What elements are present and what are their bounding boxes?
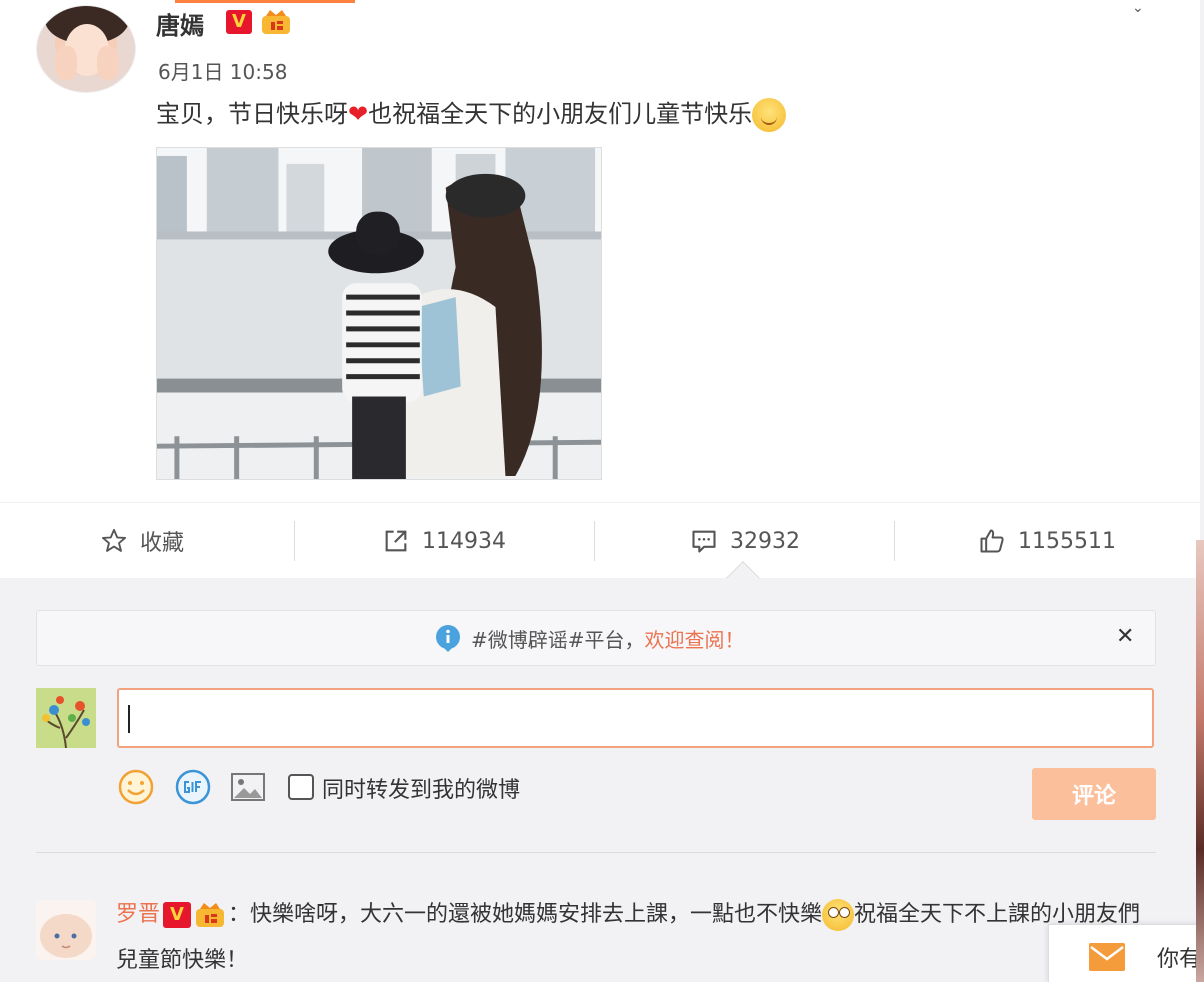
weibo-post-card: 唐嫣 V ⌄ 6月1日 10:58 宝贝，节日快乐呀❤也祝福全天下的小朋友们儿童… — [0, 0, 1200, 578]
post-text-part1: 宝贝，节日快乐呀 — [156, 100, 348, 128]
post-action-bar: 收藏 114934 32932 1155511 — [0, 502, 1200, 578]
gif-icon[interactable] — [174, 768, 212, 806]
active-tab-indicator — [175, 0, 355, 3]
avatar-hand-left — [55, 46, 77, 80]
smile-emoji-icon — [752, 98, 787, 132]
emoji-icon[interactable] — [117, 768, 155, 806]
club-badge-icon[interactable] — [194, 901, 226, 929]
user-avatar[interactable] — [36, 5, 136, 93]
comment-divider — [36, 852, 1156, 853]
post-username[interactable]: 唐嫣 — [156, 6, 204, 41]
repost-count: 114934 — [422, 528, 506, 554]
comment-count: 32932 — [730, 528, 800, 554]
comment-icon — [692, 530, 716, 553]
comment-user-avatar[interactable] — [36, 900, 96, 960]
favorite-label: 收藏 — [140, 531, 185, 556]
post-timestamp[interactable]: 6月1日 10:58 — [158, 56, 287, 85]
heart-emoji-icon: ❤ — [348, 100, 369, 128]
also-repost-label[interactable]: 同时转发到我的微博 — [322, 772, 520, 804]
notice-content: #微博辟谣#平台， 欢迎查阅！ — [433, 623, 745, 653]
like-button[interactable]: 1155511 — [978, 503, 1116, 579]
star-icon — [101, 528, 127, 552]
info-icon — [436, 625, 460, 652]
text-cursor — [128, 705, 130, 733]
action-separator — [594, 521, 595, 561]
repost-button[interactable]: 114934 — [382, 503, 506, 579]
comment-input[interactable] — [117, 688, 1154, 748]
verified-badge-icon[interactable]: V — [163, 902, 192, 928]
notice-text: #微博辟谣#平台， — [471, 627, 645, 652]
post-photo[interactable] — [156, 147, 602, 480]
my-avatar[interactable] — [36, 688, 96, 748]
like-count: 1155511 — [1018, 528, 1116, 554]
action-separator — [294, 521, 295, 561]
comment-body: 罗晋 V ：快樂啥呀，大六一的還被她媽媽安排去上課，一點也不快樂 祝福全天下不上課的… — [116, 892, 1146, 982]
action-separator — [894, 521, 895, 561]
post-text-part2: 也祝福全天下的小朋友们儿童节快乐 — [368, 100, 753, 128]
verified-badge-icon[interactable]: V — [226, 10, 252, 34]
background-photo-edge — [1196, 540, 1204, 982]
post-text: 宝贝，节日快乐呀❤也祝福全天下的小朋友们儿童节快乐 — [156, 94, 787, 134]
comment-text-part1: ：快樂啥呀，大六一的還被她媽媽安排去上課，一點也不快樂 — [228, 902, 823, 927]
message-popup[interactable]: 你有 — [1048, 924, 1204, 982]
mail-icon — [1089, 943, 1125, 971]
notice-link[interactable]: 欢迎查阅！ — [645, 624, 745, 653]
comment-username[interactable]: 罗晋 — [116, 902, 160, 927]
submit-comment-button[interactable]: 评论 — [1032, 768, 1156, 820]
popup-text: 你有 — [1157, 947, 1202, 972]
close-icon[interactable]: ✕ — [1116, 624, 1134, 649]
also-repost-checkbox[interactable] — [288, 774, 314, 800]
club-badge-icon[interactable] — [260, 8, 292, 36]
chevron-down-icon[interactable]: ⌄ — [1132, 0, 1144, 16]
share-icon — [385, 530, 407, 552]
thumbs-up-icon — [980, 529, 1004, 553]
image-icon[interactable] — [229, 768, 267, 806]
avatar-hand-right — [97, 46, 119, 80]
rumor-notice-bar: #微博辟谣#平台， 欢迎查阅！ — [36, 610, 1156, 666]
favorite-button[interactable]: 收藏 — [100, 503, 184, 579]
eye-roll-emoji-icon — [822, 899, 855, 931]
